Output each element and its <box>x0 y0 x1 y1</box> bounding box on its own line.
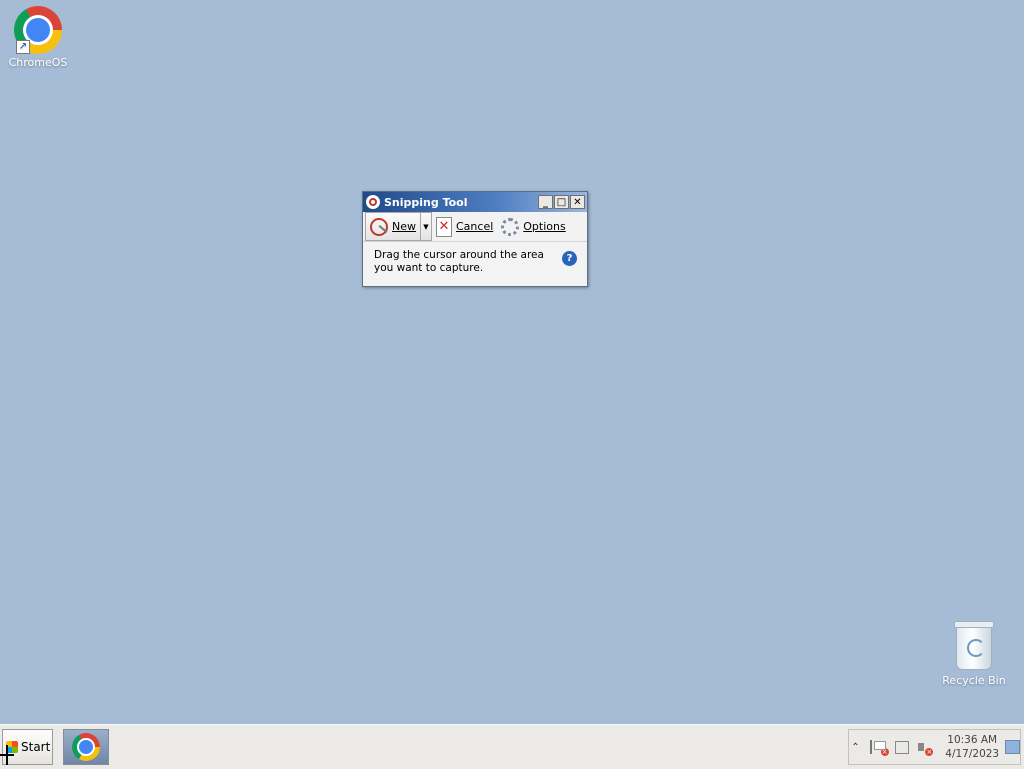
show-desktop-button[interactable] <box>1005 740 1020 754</box>
title-bar[interactable]: Snipping Tool _ □ ✕ <box>363 192 587 212</box>
shortcut-arrow-icon: ↗ <box>16 40 30 54</box>
new-label: New <box>392 220 416 233</box>
toolbar: New ▼ ✕ Cancel Options <box>363 212 587 242</box>
new-snip-button[interactable]: New <box>365 212 421 241</box>
help-icon[interactable]: ? <box>562 251 577 266</box>
instruction-line-1: Drag the cursor around the area <box>374 249 544 261</box>
cancel-icon: ✕ <box>436 216 452 237</box>
show-hidden-icons-button[interactable]: ⌃ <box>849 742 862 753</box>
window-title: Snipping Tool <box>384 195 468 209</box>
clock[interactable]: 10:36 AM 4/17/2023 <box>945 733 999 761</box>
options-button[interactable]: Options <box>497 214 569 239</box>
clock-date: 4/17/2023 <box>945 748 1000 760</box>
gear-icon <box>501 217 520 236</box>
chevron-down-icon: ▼ <box>423 222 429 231</box>
start-label: Start <box>21 740 51 754</box>
clock-time: 10:36 AM <box>947 734 998 746</box>
desktop-icon-label: Recycle Bin <box>942 674 1006 687</box>
volume-icon[interactable]: × <box>917 740 934 756</box>
desktop-icon-chromeos[interactable]: ↗ ChromeOS <box>0 6 76 69</box>
action-center-flag-icon[interactable]: × <box>869 740 889 756</box>
instruction-line-2: you want to capture. <box>374 262 484 274</box>
chrome-icon <box>72 733 100 761</box>
taskbar: Start ⌃ × × 10:36 AM 4/17/2023 <box>0 724 1024 769</box>
system-tray: ⌃ × × 10:36 AM 4/17/2023 <box>848 729 1021 765</box>
options-label: Options <box>523 220 566 233</box>
desktop-icon-label: ChromeOS <box>8 56 68 69</box>
scissors-icon <box>370 217 388 236</box>
window-controls: _ □ ✕ <box>538 195 585 209</box>
new-snip-dropdown-button[interactable]: ▼ <box>421 212 432 241</box>
cancel-button[interactable]: ✕ Cancel <box>432 214 497 239</box>
snipping-tool-window: Snipping Tool _ □ ✕ New ▼ ✕ Cancel Optio… <box>362 191 588 287</box>
close-button[interactable]: ✕ <box>570 195 585 209</box>
crosshair-cursor-icon <box>0 745 14 765</box>
desktop-icon-recycle-bin[interactable]: Recycle Bin <box>936 621 1012 687</box>
cancel-label: Cancel <box>456 220 494 233</box>
instruction-message: Drag the cursor around the area you want… <box>363 242 587 275</box>
network-icon[interactable] <box>894 740 909 754</box>
minimize-button[interactable]: _ <box>538 195 553 209</box>
maximize-button[interactable]: □ <box>554 195 569 209</box>
snipping-tool-icon <box>366 195 380 209</box>
recycle-bin-icon <box>950 621 998 672</box>
taskbar-chrome-button[interactable] <box>63 729 109 765</box>
chrome-icon: ↗ <box>14 6 62 54</box>
